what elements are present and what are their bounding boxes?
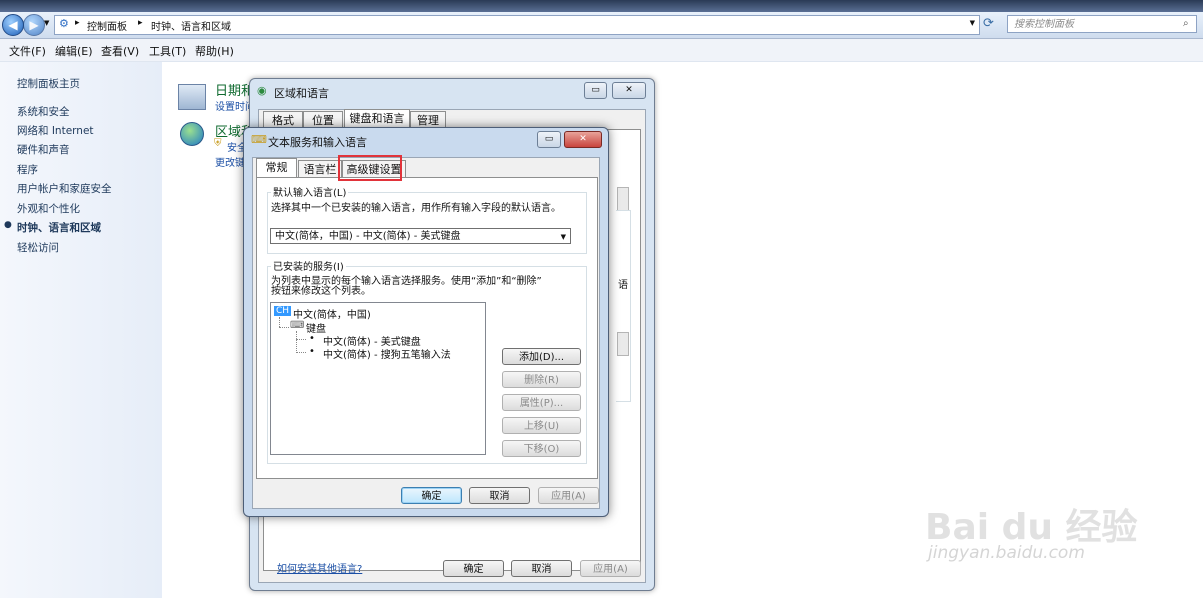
installed-services-tree[interactable]: CH 中文(简体，中国) ⌨ 键盘 • 中文(简体) - 美式键盘 • 中文(简…	[270, 302, 486, 455]
add-service-button[interactable]: 添加(D)...	[502, 348, 581, 365]
sidebar-item-hardware-sound[interactable]: 硬件和声音	[17, 142, 70, 157]
tree-line	[279, 327, 289, 328]
breadcrumb-sep-icon: ▸	[138, 18, 143, 28]
calendar-clock-icon	[178, 84, 206, 110]
text-services-dialog: ⌨ 文本服务和输入语言 ▭ ✕ 常规 语言栏 高级键设置 默认输入语言(L) 选…	[243, 127, 609, 517]
sidebar-item-ease-of-access[interactable]: 轻松访问	[17, 240, 59, 255]
control-panel-icon: ⚙	[59, 17, 69, 30]
tree-line	[296, 331, 298, 353]
active-bullet-icon: ●	[4, 220, 12, 230]
keyboard-icon: ⌨	[251, 133, 267, 146]
general-tab-panel: 默认输入语言(L) 选择其中一个已安装的输入语言，用作所有输入字段的默认语言。 …	[256, 177, 598, 479]
text-services-body: 常规 语言栏 高级键设置 默认输入语言(L) 选择其中一个已安装的输入语言，用作…	[252, 157, 600, 509]
address-bar: ◀ ▶ ▼ ⚙ ▸ 控制面板 ▸ 时钟、语言和区域 ▼ ⟳ 搜索控制面板 ⌕	[0, 12, 1203, 39]
tree-service-item[interactable]: 中文(简体) - 搜狗五笔输入法	[323, 346, 451, 361]
bullet-icon: •	[309, 333, 315, 344]
back-button[interactable]: ◀	[2, 14, 24, 36]
region-panel-group	[616, 210, 631, 402]
default-language-value: 中文(简体，中国) - 中文(简体) - 美式键盘	[275, 231, 461, 242]
text-services-close-button[interactable]: ✕	[564, 131, 602, 148]
sidebar-item-clock-region[interactable]: 时钟、语言和区域	[17, 220, 101, 235]
top-strip	[0, 0, 1203, 12]
default-language-select[interactable]: 中文(简体，中国) - 中文(简体) - 美式键盘 ▼	[270, 228, 571, 244]
tab-keyboards-languages[interactable]: 键盘和语言	[344, 109, 410, 129]
forward-button[interactable]: ▶	[23, 14, 45, 36]
region-cancel-button[interactable]: 取消	[511, 560, 572, 577]
sidebar-item-appearance[interactable]: 外观和个性化	[17, 201, 80, 216]
sidebar-item-user-accounts[interactable]: 用户帐户和家庭安全	[17, 181, 112, 196]
tree-line	[296, 339, 306, 340]
properties-button[interactable]: 属性(P)...	[502, 394, 581, 411]
text-services-restore-button[interactable]: ▭	[537, 131, 561, 148]
text-services-apply-button[interactable]: 应用(A)	[538, 487, 599, 504]
menu-file[interactable]: 文件(F)	[9, 43, 46, 59]
breadcrumb-control-panel[interactable]: 控制面板	[87, 18, 127, 33]
baidu-watermark-url: jingyan.baidu.com	[928, 543, 1085, 563]
menu-tools[interactable]: 工具(T)	[149, 43, 186, 59]
forward-arrow-icon: ▶	[29, 18, 39, 32]
chevron-down-icon: ▼	[560, 233, 566, 241]
default-language-desc: 选择其中一个已安装的输入语言，用作所有输入字段的默认语言。	[271, 203, 561, 214]
region-panel-text: 语	[618, 280, 628, 291]
installed-services-desc-2: 按钮来修改这个列表。	[271, 286, 371, 297]
search-icon[interactable]: ⌕	[1183, 18, 1189, 29]
remove-service-button[interactable]: 删除(R)	[502, 371, 581, 388]
region-apply-button[interactable]: 应用(A)	[580, 560, 641, 577]
highlight-box	[338, 155, 402, 181]
restore-icon: ▭	[544, 134, 554, 144]
globe-icon	[180, 122, 204, 146]
bullet-icon: •	[309, 346, 315, 357]
menu-view[interactable]: 查看(V)	[101, 43, 139, 59]
sidebar-item-programs[interactable]: 程序	[17, 162, 38, 177]
region-window-restore-button[interactable]: ▭	[584, 82, 607, 99]
region-window-icon: ◉	[257, 84, 267, 97]
installed-services-legend: 已安装的服务(I)	[271, 258, 346, 273]
text-services-ok-button[interactable]: 确定	[401, 487, 462, 504]
move-down-button[interactable]: 下移(O)	[502, 440, 581, 457]
region-window-close-button[interactable]: ✕	[612, 82, 646, 99]
history-dropdown-icon[interactable]: ▼	[44, 19, 49, 27]
language-badge: CH	[274, 306, 292, 316]
tab-general[interactable]: 常规	[256, 158, 297, 178]
sidebar-item-system-security[interactable]: 系统和安全	[17, 104, 70, 119]
search-input[interactable]: 搜索控制面板	[1007, 15, 1197, 33]
baidu-watermark-logo: Bai du 经验	[925, 507, 1138, 548]
close-icon: ✕	[579, 134, 587, 144]
sidebar: 控制面板主页 系统和安全 网络和 Internet 硬件和声音 程序 用户帐户和…	[0, 62, 162, 598]
install-languages-link[interactable]: 如何安装其他语言?	[277, 560, 362, 575]
region-window-title: 区域和语言	[274, 87, 329, 100]
tab-language-bar[interactable]: 语言栏	[298, 160, 342, 178]
breadcrumb-clock-region[interactable]: 时钟、语言和区域	[151, 18, 231, 33]
address-dropdown-icon[interactable]: ▼	[970, 19, 975, 27]
sidebar-item-home[interactable]: 控制面板主页	[17, 76, 80, 91]
region-panel-button-2[interactable]	[617, 332, 629, 356]
keyboard-node-icon: ⌨	[290, 320, 305, 331]
back-arrow-icon: ◀	[8, 18, 18, 32]
refresh-icon[interactable]: ⟳	[983, 16, 994, 31]
region-panel-button-1[interactable]	[617, 187, 629, 211]
menu-bar: 文件(F) 编辑(E) 查看(V) 工具(T) 帮助(H)	[0, 39, 1203, 62]
tree-language-node[interactable]: 中文(简体，中国)	[293, 306, 371, 321]
region-sub-link-2[interactable]: 更改键	[215, 154, 245, 169]
menu-help[interactable]: 帮助(H)	[195, 43, 234, 59]
address-input[interactable]: ⚙ ▸ 控制面板 ▸ 时钟、语言和区域 ▼	[54, 15, 980, 35]
menu-edit[interactable]: 编辑(E)	[55, 43, 93, 59]
shield-icon: ⛨	[214, 138, 222, 149]
text-services-title: 文本服务和输入语言	[268, 136, 367, 149]
breadcrumb-sep-icon: ▸	[75, 18, 80, 28]
sidebar-item-network[interactable]: 网络和 Internet	[17, 123, 94, 138]
restore-icon: ▭	[591, 85, 600, 95]
text-services-cancel-button[interactable]: 取消	[469, 487, 530, 504]
close-icon: ✕	[625, 85, 633, 95]
default-language-legend: 默认输入语言(L)	[271, 184, 349, 199]
region-ok-button[interactable]: 确定	[443, 560, 504, 577]
tree-line	[279, 317, 281, 327]
move-up-button[interactable]: 上移(U)	[502, 417, 581, 434]
tree-line	[296, 352, 306, 353]
